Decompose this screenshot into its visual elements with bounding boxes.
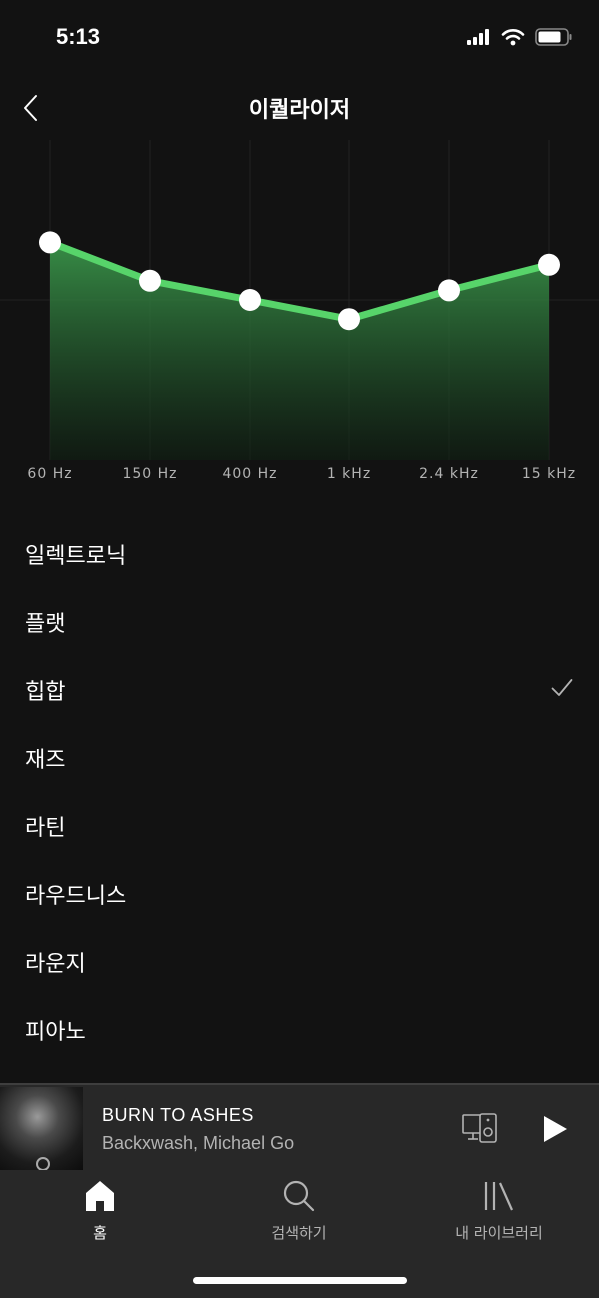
frequency-label: 60 Hz <box>27 466 73 482</box>
eq-band-handle-0[interactable] <box>39 231 61 254</box>
equalizer-graph[interactable]: 60 Hz 150 Hz 400 Hz 1 kHz 2.4 kHz 15 kHz <box>0 140 599 500</box>
frequency-label: 150 Hz <box>122 466 178 482</box>
frequency-label: 15 kHz <box>521 466 577 482</box>
tab-library[interactable]: 내 라이브러리 <box>399 1180 599 1243</box>
tab-label: 홈 <box>93 1224 107 1242</box>
track-artist: Backxwash, Michael Go <box>102 1133 295 1153</box>
home-icon <box>86 1181 114 1211</box>
preset-list: 일렉트로닉 플랫 힙합 재즈 라틴 라우드니스 라운지 피아노 <box>0 520 599 1064</box>
preset-label: 일렉트로닉 <box>25 544 127 569</box>
eq-band-handle-4[interactable] <box>438 279 460 302</box>
devices-icon <box>462 1113 497 1143</box>
preset-label: 라우드니스 <box>25 884 127 909</box>
preset-label: 재즈 <box>25 748 66 773</box>
preset-label: 라틴 <box>25 816 66 841</box>
equalizer-chart[interactable] <box>0 140 599 460</box>
eq-band-handle-5[interactable] <box>538 253 560 276</box>
preset-label: 피아노 <box>25 1020 86 1045</box>
eq-band-handle-1[interactable] <box>139 269 161 292</box>
preset-item-electronic[interactable]: 일렉트로닉 <box>0 520 599 588</box>
nav-bar: 이퀄라이저 <box>0 80 599 136</box>
checkmark-icon <box>551 679 573 696</box>
frequency-label: 400 Hz <box>222 466 278 482</box>
preset-item-lounge[interactable]: 라운지 <box>0 928 599 996</box>
preset-label: 힙합 <box>25 680 66 705</box>
preset-item-latin[interactable]: 라틴 <box>0 792 599 860</box>
frequency-label: 2.4 kHz <box>419 466 479 482</box>
mini-player[interactable]: BURN TO ASHES Backxwash, Michael Go <box>0 1083 599 1172</box>
frequency-label: 1 kHz <box>326 466 372 482</box>
preset-item-hiphop[interactable]: 힙합 <box>0 656 599 724</box>
preset-item-jazz[interactable]: 재즈 <box>0 724 599 792</box>
connect-devices-button[interactable] <box>462 1113 498 1147</box>
search-icon <box>283 1180 315 1212</box>
tab-label: 검색하기 <box>271 1224 327 1242</box>
page-title: 이퀄라이저 <box>248 98 351 123</box>
preset-label: 라운지 <box>25 952 86 977</box>
preset-item-flat[interactable]: 플랫 <box>0 588 599 656</box>
play-button[interactable] <box>542 1115 568 1147</box>
equalizer-fill <box>50 242 549 460</box>
eq-band-handle-3[interactable] <box>338 308 360 331</box>
library-icon <box>484 1182 514 1211</box>
play-icon <box>544 1116 567 1142</box>
cellular-signal-icon <box>467 29 489 45</box>
preset-item-piano[interactable]: 피아노 <box>0 996 599 1064</box>
battery-icon <box>535 28 572 46</box>
track-title: BURN TO ASHES <box>102 1105 254 1125</box>
wifi-icon <box>501 29 525 46</box>
preset-item-loudness[interactable]: 라우드니스 <box>0 860 599 928</box>
status-bar: 5:13 <box>0 0 599 80</box>
album-art[interactable] <box>0 1087 83 1172</box>
tab-home[interactable]: 홈 <box>0 1180 200 1243</box>
preset-label: 플랫 <box>25 612 66 637</box>
eq-band-handle-2[interactable] <box>239 289 261 311</box>
tab-label: 내 라이브러리 <box>455 1224 543 1242</box>
status-icons <box>467 28 573 46</box>
status-time: 5:13 <box>56 24 101 49</box>
home-indicator <box>193 1277 407 1284</box>
tab-search[interactable]: 검색하기 <box>199 1180 399 1243</box>
